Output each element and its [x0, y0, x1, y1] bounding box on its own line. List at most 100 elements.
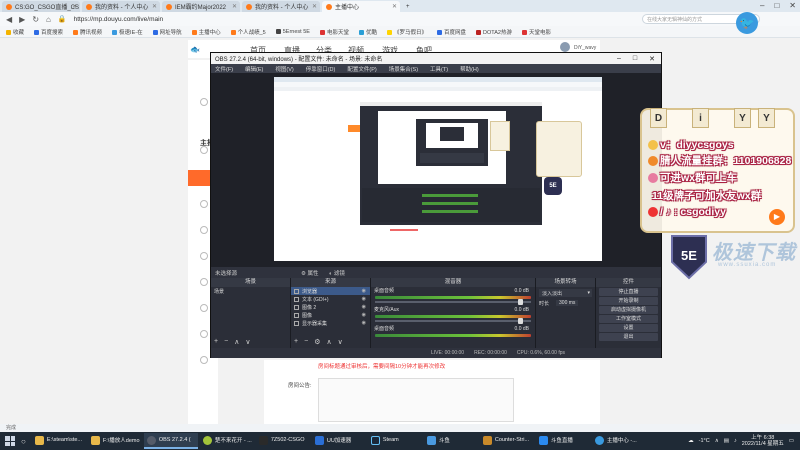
close-tab-icon[interactable]: ✕	[232, 3, 237, 10]
menu-edit[interactable]: 编辑(E)	[245, 65, 263, 73]
menu-file[interactable]: 文件(F)	[215, 65, 233, 73]
transition-type-select[interactable]: 淡入淡出 ▾	[539, 289, 592, 297]
browser-tab[interactable]: CS:GO_CSGO直播_CS ✕	[2, 1, 80, 12]
announcement-textarea[interactable]	[318, 378, 514, 422]
move-down-icon[interactable]: ∨	[245, 338, 250, 346]
username[interactable]: DiY_wavy	[574, 45, 596, 51]
taskbar-item[interactable]: Counter-Stri...	[480, 433, 534, 449]
close-icon[interactable]: ✕	[649, 55, 655, 63]
menu-help[interactable]: 帮助(H)	[460, 65, 479, 73]
start-button[interactable]	[3, 434, 17, 448]
virtual-camera-button[interactable]: 启动虚拟摄像机	[599, 306, 658, 314]
studio-mode-button[interactable]: 工作室模式	[599, 315, 658, 323]
browser-tab[interactable]: 我的资料 - 个人中心 ✕	[82, 1, 160, 12]
avatar[interactable]	[560, 42, 570, 52]
new-tab-button[interactable]: +	[402, 1, 416, 12]
close-tab-icon[interactable]: ✕	[312, 3, 317, 10]
close-tab-icon[interactable]: ✕	[72, 3, 77, 10]
network-icon[interactable]: ▤	[724, 438, 729, 444]
volume-icon[interactable]: ♪	[734, 438, 737, 444]
sidebar-icon[interactable]	[200, 304, 208, 312]
taskbar-item[interactable]: 主播中心 -...	[592, 433, 646, 449]
eye-icon[interactable]: ◉	[362, 304, 366, 310]
sidebar-icon[interactable]	[200, 146, 208, 154]
add-icon[interactable]: +	[294, 338, 298, 346]
slider-knob[interactable]	[518, 318, 523, 324]
move-up-icon[interactable]: ∧	[326, 338, 331, 346]
source-item[interactable]: 浏览器 ◉	[291, 287, 370, 295]
bookmark-item[interactable]: 主播中心	[191, 28, 221, 36]
browser-tab-active[interactable]: 主播中心 ✕	[322, 1, 400, 12]
close-tab-icon[interactable]: ✕	[392, 3, 397, 10]
bookmark-item[interactable]: 收藏	[6, 28, 24, 36]
sidebar-icon[interactable]	[200, 330, 208, 338]
reload-icon[interactable]: ↻	[32, 15, 39, 24]
maximize-icon[interactable]: □	[774, 1, 779, 10]
start-recording-button[interactable]: 开始录制	[599, 297, 658, 305]
source-item[interactable]: 文本 (GDI+) ◉	[291, 295, 370, 303]
floating-bird-icon[interactable]: 🐦	[736, 12, 758, 34]
duration-field[interactable]: 300 ms	[556, 300, 579, 306]
browser-tab[interactable]: 我的资料 - 个人中心 ✕	[242, 1, 320, 12]
url-field[interactable]: https://mp.douyu.com/live/main	[74, 16, 634, 23]
volume-slider[interactable]	[375, 299, 531, 305]
home-icon[interactable]: ⌂	[46, 15, 51, 24]
minimize-icon[interactable]: –	[760, 1, 764, 10]
browser-tab[interactable]: IEM霸约Major2022 ✕	[162, 1, 240, 12]
taskbar-item-active[interactable]: OBS 27.2.4 (	[143, 433, 198, 449]
close-tab-icon[interactable]: ✕	[152, 3, 157, 10]
remove-icon[interactable]: −	[304, 338, 308, 346]
minimize-icon[interactable]: –	[617, 55, 621, 63]
taskbar-item[interactable]: 楚不来花开 - ...	[200, 433, 254, 449]
taskbar-item[interactable]: 斗鱼	[424, 433, 478, 449]
menu-docks[interactable]: 停靠窗口(D)	[306, 65, 336, 73]
menu-tools[interactable]: 工具(T)	[430, 65, 448, 73]
back-icon[interactable]: ◀	[6, 15, 12, 24]
bookmark-item[interactable]: 电影天堂	[319, 28, 349, 36]
remove-icon[interactable]: −	[224, 338, 228, 346]
bookmark-item[interactable]: 百度网盘	[437, 28, 466, 36]
move-up-icon[interactable]: ∧	[234, 338, 239, 346]
taskbar-item[interactable]: E:\steam\ste...	[32, 433, 86, 449]
search-icon[interactable]: ○	[21, 437, 26, 446]
eye-icon[interactable]: ◉	[362, 320, 366, 326]
scene-item[interactable]: 场景	[211, 287, 290, 295]
properties-button[interactable]: ⚙ 属性	[301, 269, 318, 277]
bookmark-item[interactable]: 《罗马假日》	[386, 28, 427, 36]
douyu-logo[interactable]: 🐟	[190, 45, 200, 54]
source-item[interactable]: 图像 ◉	[291, 311, 370, 319]
clock[interactable]: 上午 6:38 2022/11/4 星期五	[742, 435, 784, 448]
sidebar-icon[interactable]	[200, 278, 208, 286]
bookmark-item[interactable]: 优酷	[358, 28, 377, 36]
obs-preview-canvas[interactable]: 5E	[274, 77, 602, 261]
taskbar-item[interactable]: 7Z502-CSGO	[256, 433, 310, 449]
sidebar-icon[interactable]	[200, 252, 208, 260]
bookmark-item[interactable]: 个人战绩_5	[230, 28, 266, 36]
maximize-icon[interactable]: □	[633, 55, 637, 63]
bookmark-item[interactable]: 天堂电影	[521, 28, 551, 36]
forward-icon[interactable]: ▶	[19, 15, 25, 24]
bookmark-item[interactable]: 百度搜索	[34, 28, 63, 36]
menu-scene-collection[interactable]: 场景集合(S)	[389, 65, 418, 73]
eye-icon[interactable]: ◉	[362, 288, 366, 294]
notification-icon[interactable]: ▭	[789, 438, 794, 444]
source-item[interactable]: 图像 2 ◉	[291, 303, 370, 311]
bookmark-item[interactable]: 5Ernest 5E	[275, 29, 310, 35]
stop-streaming-button[interactable]: 停止直播	[599, 288, 658, 296]
bookmark-item[interactable]: 腾讯视频	[73, 28, 102, 36]
menu-view[interactable]: 视图(V)	[275, 65, 293, 73]
gear-icon[interactable]: ⚙	[314, 338, 320, 346]
taskbar-item[interactable]: 斗鱼直播	[536, 433, 590, 449]
volume-slider[interactable]	[375, 318, 531, 324]
chevron-up-icon[interactable]: ∧	[715, 438, 719, 444]
bookmark-item[interactable]: 极速IE-在	[112, 28, 143, 36]
filters-button[interactable]: ◐ 滤镜	[329, 269, 345, 277]
eye-icon[interactable]: ◉	[362, 312, 366, 318]
weather-icon[interactable]: ☁	[688, 438, 694, 444]
sidebar-icon[interactable]	[200, 356, 208, 364]
menu-profile[interactable]: 配置文件(P)	[347, 65, 376, 73]
bookmark-item[interactable]: DOTA2热游	[476, 28, 512, 36]
eye-icon[interactable]: ◉	[362, 296, 366, 302]
taskbar-item[interactable]: UU加速器	[312, 433, 366, 449]
taskbar-item[interactable]: F:\播放人demo	[88, 433, 142, 449]
